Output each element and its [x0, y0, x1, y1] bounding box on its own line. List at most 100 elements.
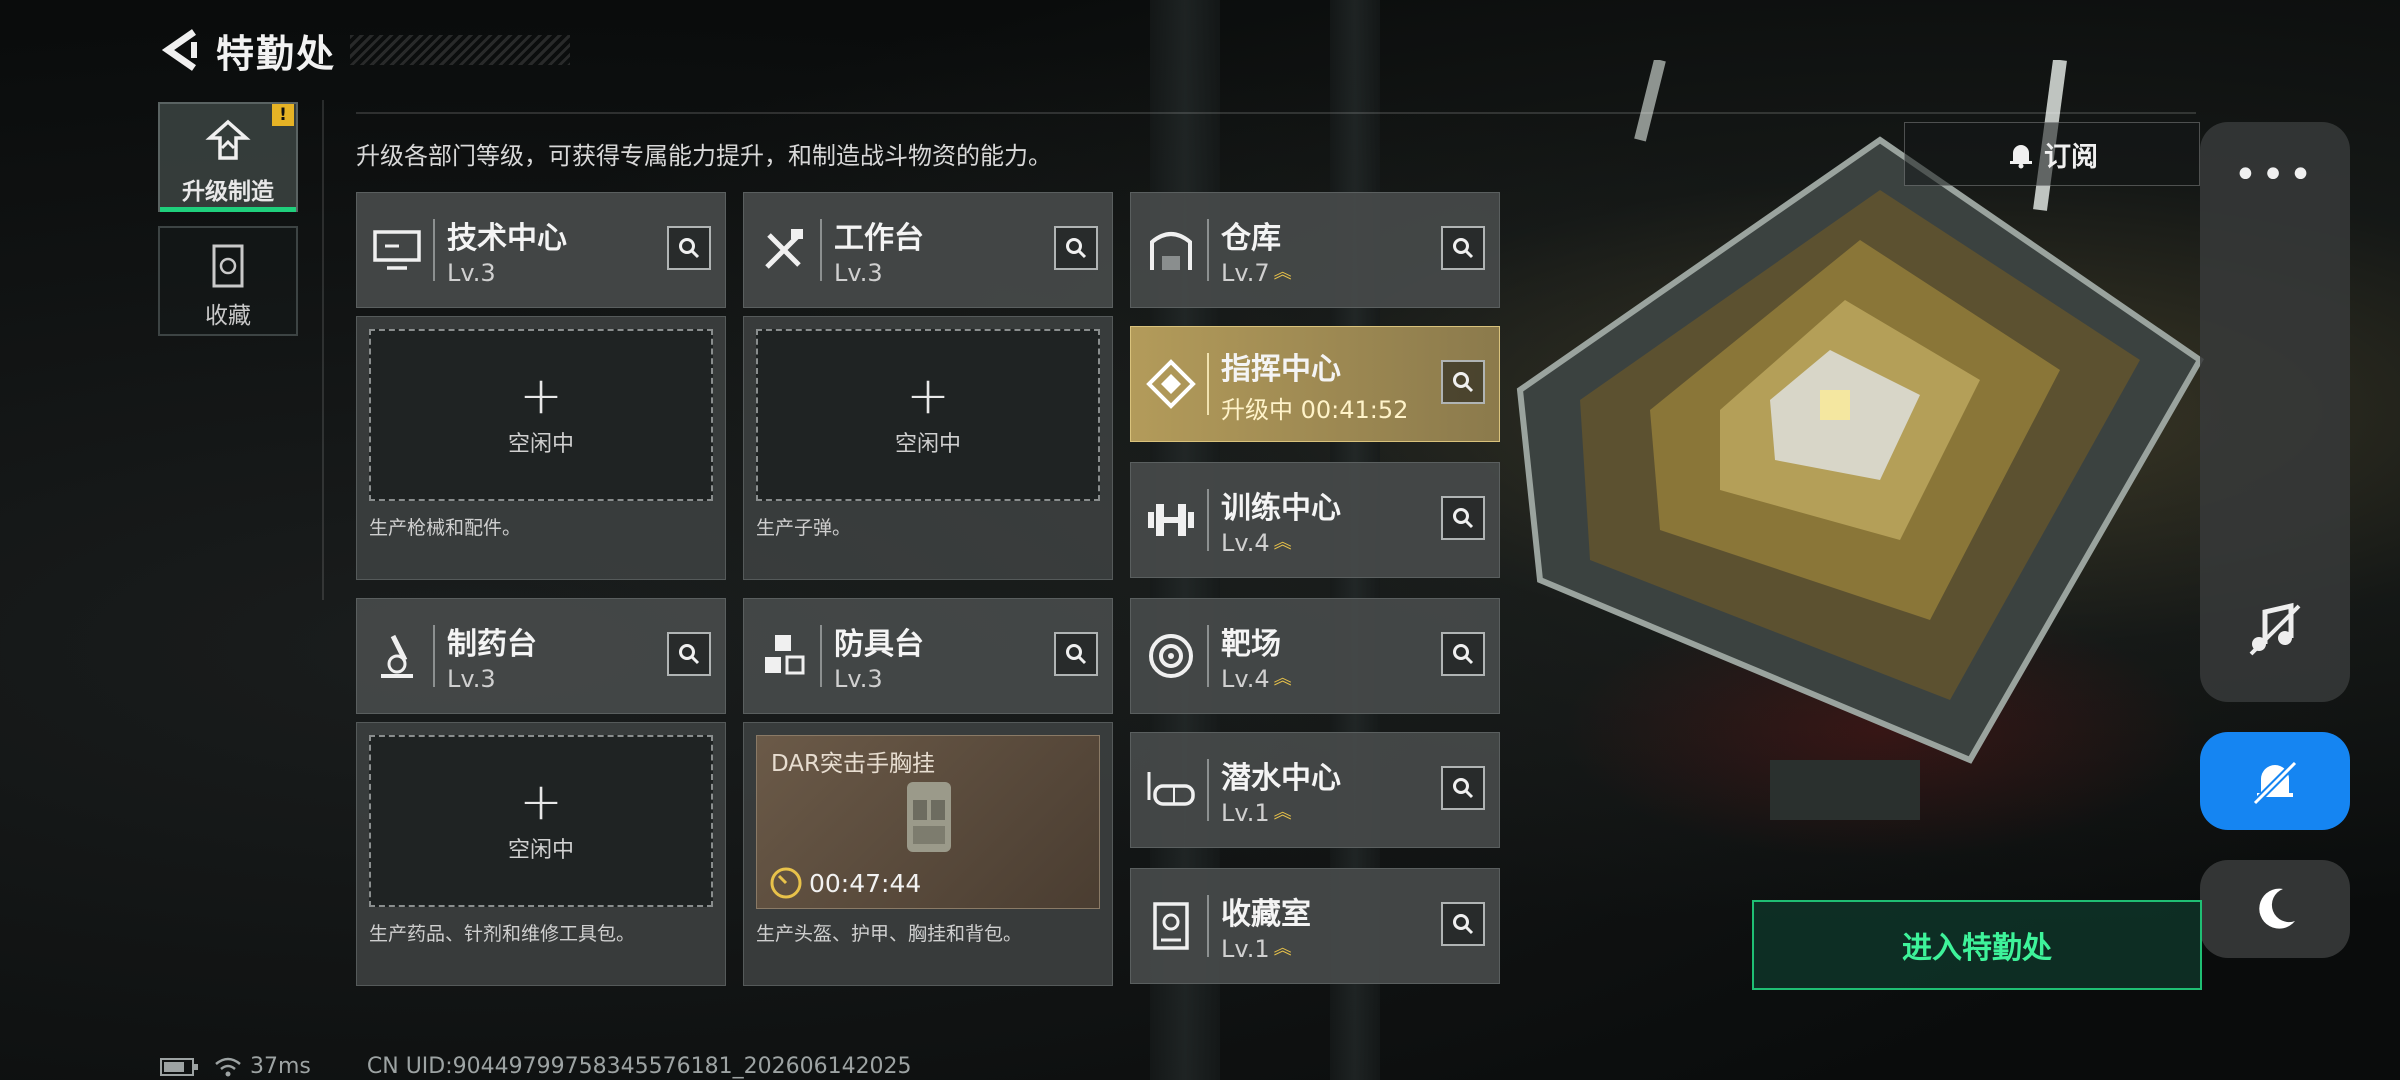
tab-collection[interactable]: 收藏	[158, 226, 298, 336]
inspect-button[interactable]	[1054, 632, 1098, 676]
inspect-button[interactable]	[1441, 632, 1485, 676]
separator	[1207, 759, 1209, 821]
subscribe-label: 订阅	[2044, 141, 2098, 173]
separator	[1207, 219, 1209, 281]
battery-icon	[160, 1057, 198, 1076]
department-level: Lv.7	[1221, 259, 1270, 287]
department-name: 训练中心	[1221, 491, 1341, 526]
cubes-icon	[754, 626, 814, 686]
department-card-workbench[interactable]: 工作台 Lv.3	[743, 192, 1113, 308]
search-icon	[1066, 644, 1087, 665]
slot-status: 空闲中	[507, 432, 574, 457]
tab-upgrade-manufacture[interactable]: ! 升级制造	[158, 102, 298, 212]
crafting-timer: 00:47:44	[809, 868, 922, 898]
department-card-tech[interactable]: 技术中心 Lv.3	[356, 192, 726, 308]
inspect-button[interactable]	[1441, 902, 1485, 946]
department-level: Lv.3	[834, 259, 883, 287]
search-icon	[679, 644, 700, 665]
notification-mute-button[interactable]	[2200, 732, 2350, 830]
computer-icon	[367, 220, 427, 280]
display-case-icon	[1141, 896, 1201, 956]
search-icon	[1453, 372, 1474, 393]
department-name: 技术中心	[447, 221, 567, 256]
more-options-button[interactable]: •••	[2200, 152, 2350, 198]
back-button[interactable]	[160, 25, 204, 75]
production-slot-empty[interactable]: + 空闲中	[369, 329, 713, 501]
production-description: 生产枪械和配件。	[369, 517, 522, 539]
tab-label: 收藏	[205, 303, 251, 329]
department-level: Lv.3	[447, 259, 496, 287]
department-name: 靶场	[1221, 627, 1281, 662]
department-name: 制药台	[447, 627, 537, 662]
search-icon	[1453, 778, 1474, 799]
plus-icon: +	[519, 772, 563, 832]
floating-toolbar: •••	[2200, 122, 2350, 702]
production-description: 生产子弹。	[756, 517, 852, 539]
divider	[356, 112, 2196, 114]
production-panel-tech: + 空闲中 生产枪械和配件。	[356, 316, 726, 580]
department-card-collection[interactable]: 收藏室 Lv.1 ︽	[1130, 868, 1500, 984]
slot-status: 空闲中	[507, 838, 574, 863]
production-slot-empty[interactable]: + 空闲中	[369, 735, 713, 907]
warning-badge: !	[272, 104, 294, 126]
separator	[1207, 625, 1209, 687]
command-emblem-icon	[1141, 354, 1201, 414]
music-mute-button[interactable]	[2243, 598, 2307, 666]
bell-off-icon	[2252, 760, 2298, 806]
department-level: Lv.1	[1221, 935, 1270, 963]
department-card-command[interactable]: 指挥中心 升级中 00:41:52	[1130, 326, 1500, 442]
search-icon	[1066, 238, 1087, 259]
search-icon	[1453, 508, 1474, 529]
status-bar: 37ms CN UID:9044979975834557618​1_202606…	[160, 1054, 912, 1079]
dumbbell-icon	[1141, 490, 1201, 550]
chest-rig-item-image	[907, 782, 951, 852]
separator	[1207, 353, 1209, 415]
upgrade-available-icon: ︽	[1273, 668, 1292, 689]
department-name: 仓库	[1221, 221, 1281, 256]
separator	[820, 219, 822, 281]
inspect-button[interactable]	[1441, 766, 1485, 810]
department-level: Lv.1	[1221, 799, 1270, 827]
wifi-icon	[215, 1057, 241, 1076]
department-card-warehouse[interactable]: 仓库 Lv.7 ︽	[1130, 192, 1500, 308]
subscribe-button[interactable]: 订阅	[1904, 122, 2200, 186]
inspect-button[interactable]	[1441, 360, 1485, 404]
enter-special-ops-button[interactable]: 进入特勤处	[1752, 900, 2202, 990]
moon-icon	[2259, 888, 2295, 929]
plus-icon: +	[906, 366, 950, 426]
department-name: 收藏室	[1221, 897, 1311, 932]
search-icon	[1453, 238, 1474, 259]
department-level: Lv.4	[1221, 665, 1270, 693]
upgrade-countdown: 升级中 00:41:52	[1221, 395, 1409, 424]
search-icon	[1453, 914, 1474, 935]
inspect-button[interactable]	[1054, 226, 1098, 270]
department-level: Lv.4	[1221, 529, 1270, 557]
department-card-diving[interactable]: 潜水中心 Lv.1 ︽	[1130, 732, 1500, 848]
department-card-training[interactable]: 训练中心 Lv.4 ︽	[1130, 462, 1500, 578]
slot-status: 空闲中	[894, 432, 961, 457]
production-slot-empty[interactable]: + 空闲中	[756, 329, 1100, 501]
department-level: Lv.3	[834, 665, 883, 693]
title-decoration	[350, 35, 571, 65]
night-mode-button[interactable]	[2200, 860, 2350, 958]
ping-value: 37ms	[250, 1054, 311, 1079]
department-name: 潜水中心	[1221, 761, 1341, 796]
back-arrow-icon	[161, 29, 197, 71]
production-slot-active[interactable]: DAR突击手胸挂 00:47:44	[756, 735, 1100, 909]
inspect-button[interactable]	[1441, 496, 1485, 540]
inspect-button[interactable]	[667, 632, 711, 676]
warehouse-icon	[1141, 220, 1201, 280]
production-description: 生产头盔、护甲、胸挂和背包。	[756, 923, 1023, 945]
inspect-button[interactable]	[667, 226, 711, 270]
plus-icon: +	[519, 366, 563, 426]
department-card-armor[interactable]: 防具台 Lv.3	[743, 598, 1113, 714]
search-icon	[679, 238, 700, 259]
upgrade-available-icon: ︽	[1273, 938, 1292, 959]
collection-icon	[212, 244, 244, 288]
inspect-button[interactable]	[1441, 226, 1485, 270]
production-panel-pharmacy: + 空闲中 生产药品、针剂和维修工具包。	[356, 722, 726, 986]
department-card-range[interactable]: 靶场 Lv.4 ︽	[1130, 598, 1500, 714]
upgrade-available-icon: ︽	[1273, 262, 1292, 283]
department-level: Lv.3	[447, 665, 496, 693]
department-card-pharmacy[interactable]: 制药台 Lv.3	[356, 598, 726, 714]
